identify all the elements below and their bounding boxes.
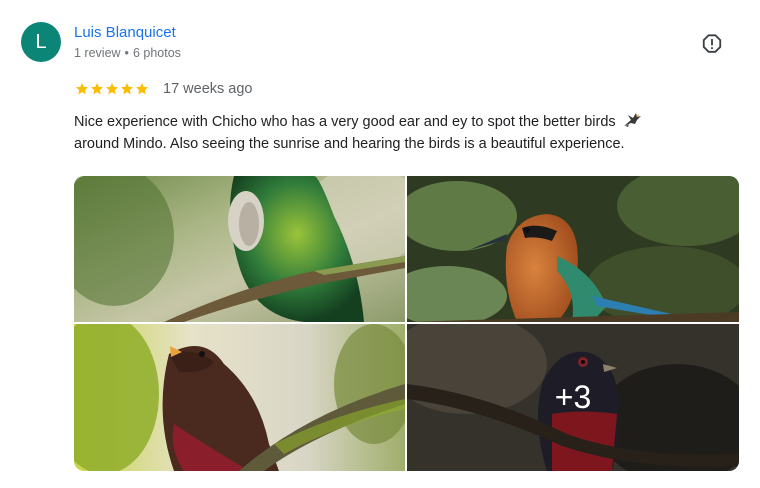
star-icon [136,83,148,95]
review-photo-1[interactable] [74,176,405,322]
bird-emoji-icon [623,113,641,127]
review-photo-3[interactable] [74,324,405,471]
review-text-line-1: Nice experience with Chicho who has a ve… [74,114,616,130]
review-count: 1 review [74,46,121,60]
report-flag-icon [702,34,722,53]
quetzal-photo-image [74,176,405,322]
star-rating [75,82,149,96]
review-photo-2[interactable] [407,176,739,322]
review-photo-4[interactable]: +3 [407,324,739,471]
review-date: 17 weeks ago [163,81,253,97]
rating-row: 17 weeks ago [75,79,252,99]
meta-separator: • [124,46,129,60]
more-photos-overlay[interactable]: +3 [407,324,739,471]
motmot-photo-image [407,176,739,322]
star-icon [76,83,88,95]
photo-count: 6 photos [132,46,181,60]
avatar[interactable]: L [21,22,61,62]
star-icon [121,83,133,95]
star-icon [91,83,103,95]
review-text: Nice experience with Chicho who has a ve… [74,111,714,155]
report-review-button[interactable] [699,31,725,57]
star-icon [106,83,118,95]
review-card: L Luis Blanquicet 1 review • 6 photos 17 w… [0,0,760,488]
trogon-photo-image [74,324,405,471]
author-name-link[interactable]: Luis Blanquicet [74,24,176,41]
review-photo-grid: +3 [74,176,739,471]
review-text-line-2: around Mindo. Also seeing the sunrise an… [74,136,625,152]
author-meta: 1 review • 6 photos [74,46,181,60]
